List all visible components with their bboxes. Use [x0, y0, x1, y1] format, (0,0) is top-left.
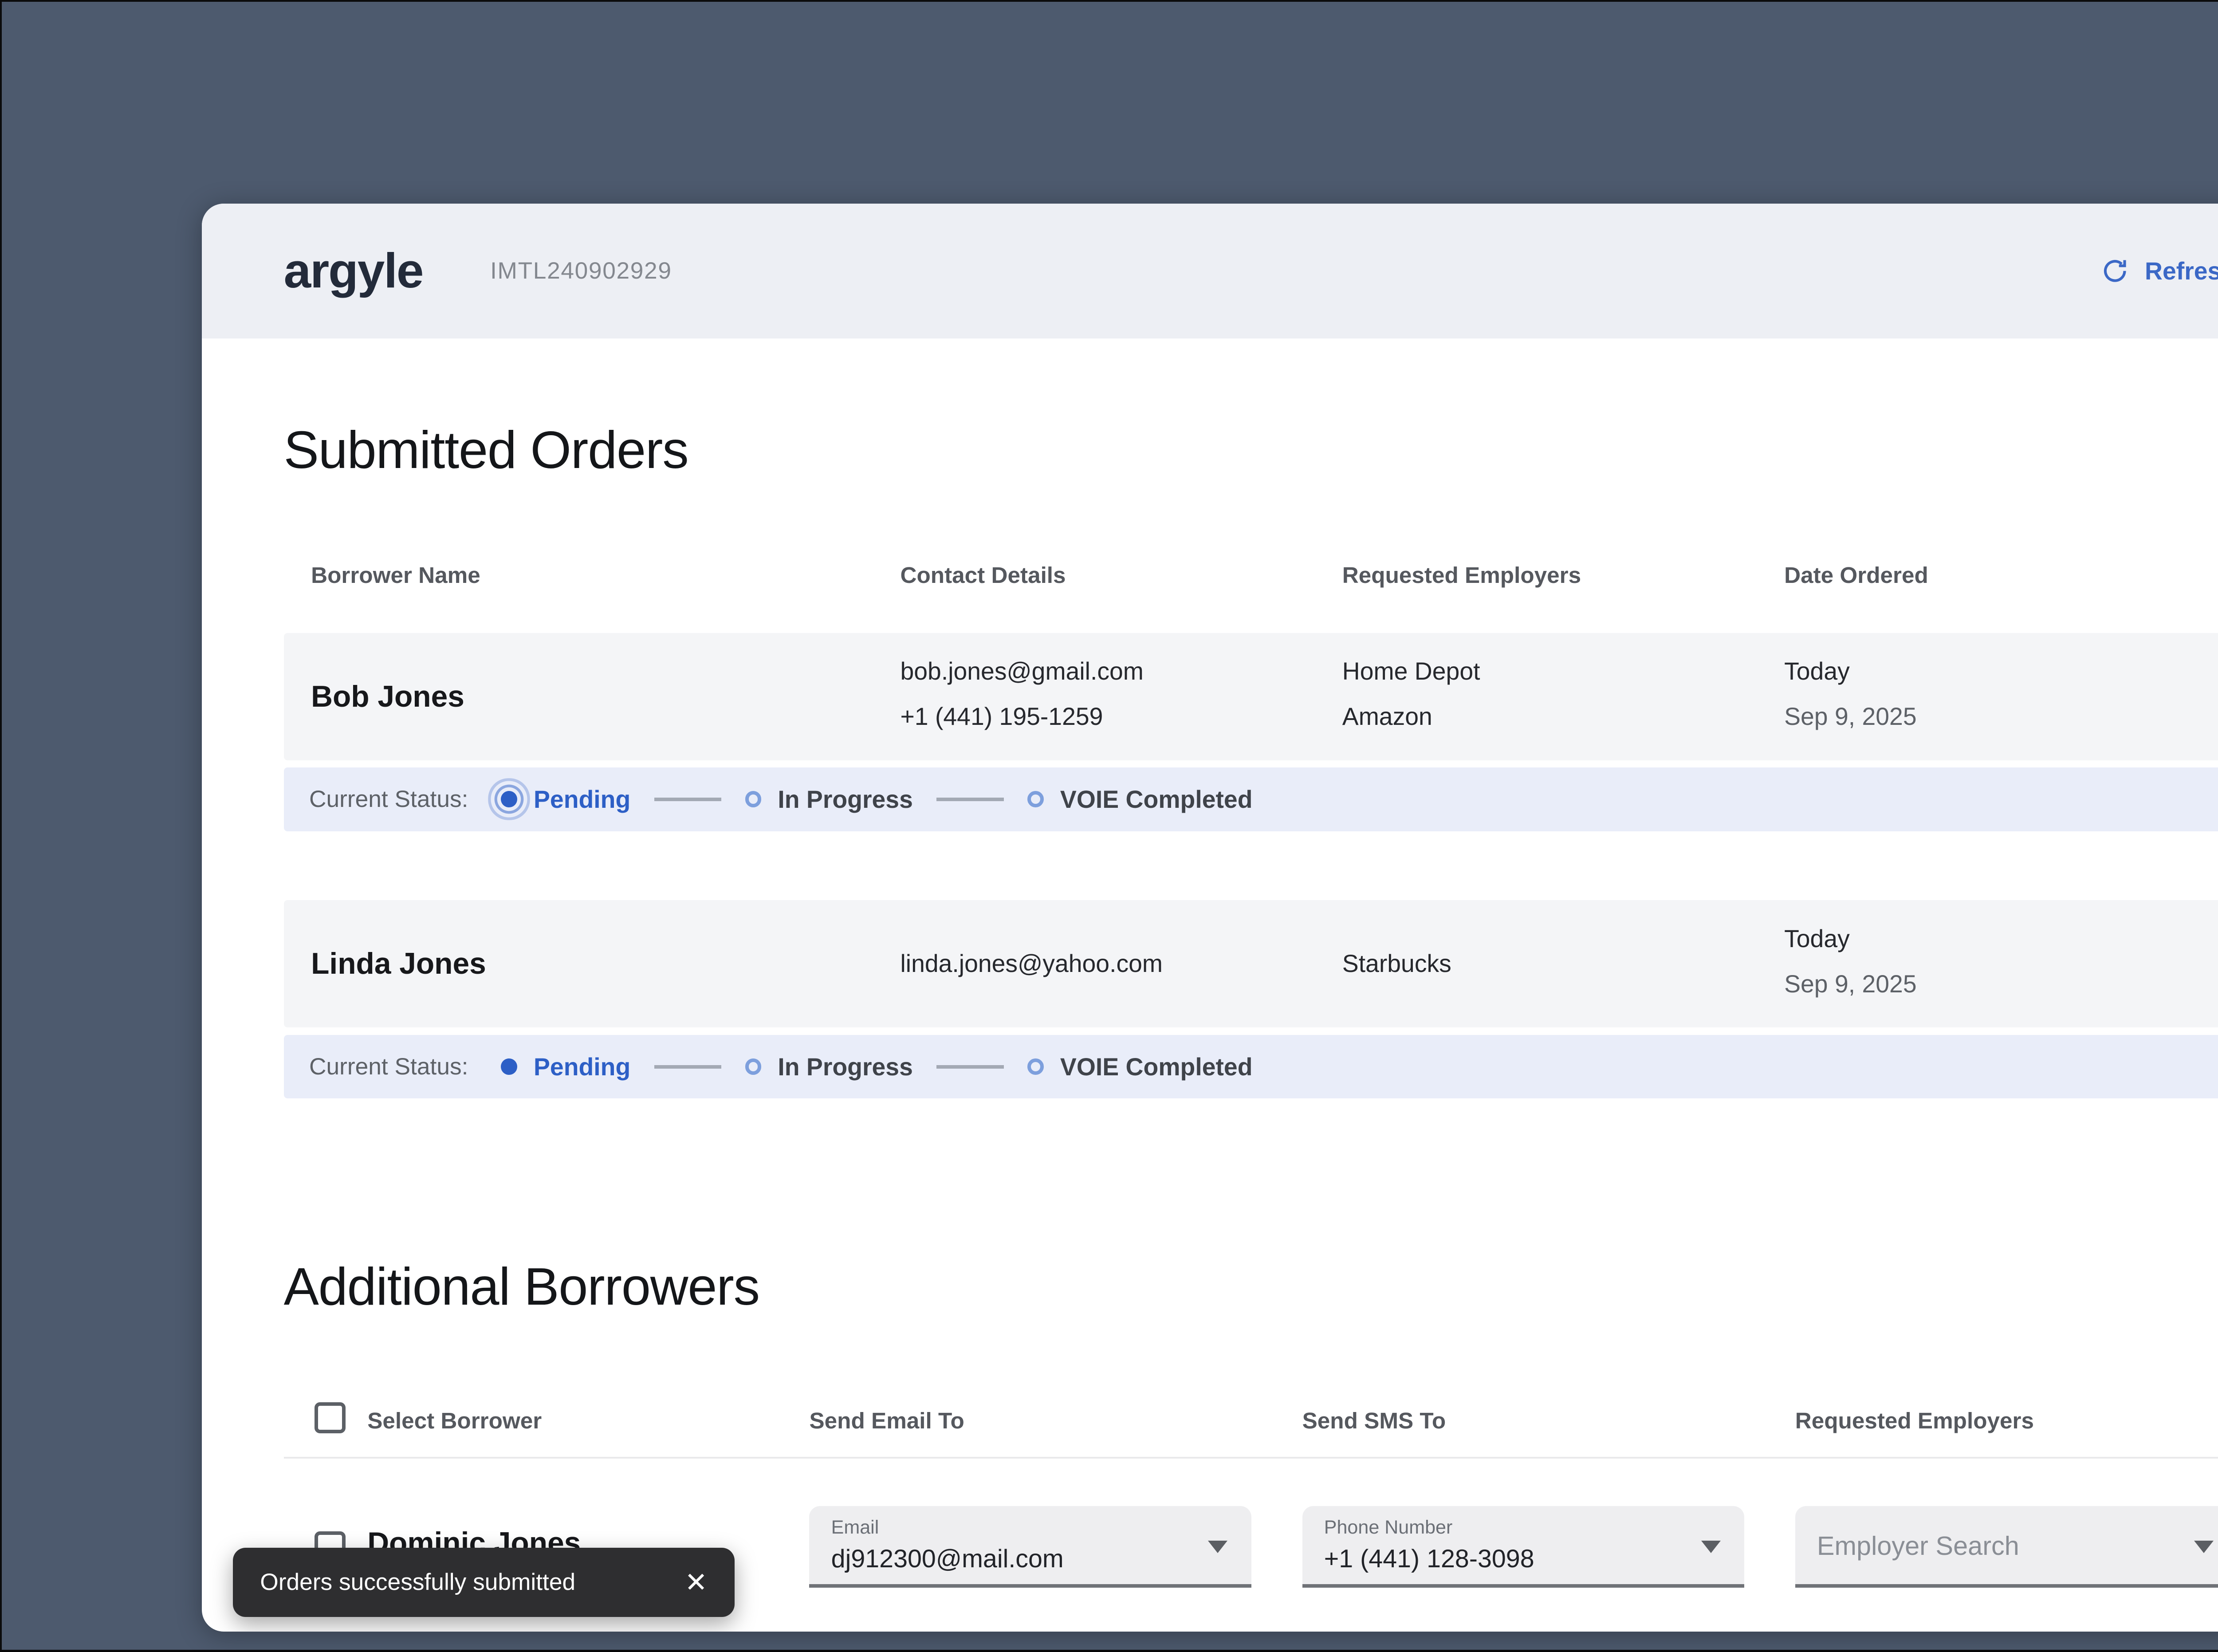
table-row-linda-jones: Linda Jones linda.jones@yahoo.com Starbu…: [283, 900, 2218, 1028]
toast-message: Orders successfully submitted: [260, 1569, 576, 1596]
date-ordered-absolute: Sep 9, 2025: [1784, 703, 1917, 731]
status-step-voie-completed: VOIE Completed: [1060, 1053, 1253, 1081]
table-divider: [283, 1457, 2218, 1459]
column-date-ordered: Date Ordered: [1784, 562, 1928, 588]
app-header: argyle IMTL240902929 Refresh Page Notifi…: [202, 204, 2218, 338]
in-progress-status-circle-icon: [745, 791, 762, 808]
column-requested-employers: Requested Employers: [1342, 562, 1581, 588]
date-ordered-relative: Today: [1784, 657, 1850, 685]
employer-name: Amazon: [1342, 703, 1432, 731]
borrower-email: bob.jones@gmail.com: [900, 657, 1144, 685]
chevron-down-icon: [1701, 1540, 1721, 1553]
phone-select[interactable]: Phone Number +1 (441) 128-3098: [1302, 1506, 1744, 1588]
phone-field-value: +1 (441) 128-3098: [1324, 1544, 1534, 1573]
refresh-icon: [2101, 257, 2129, 285]
chevron-down-icon: [2194, 1540, 2214, 1553]
borrower-name: Bob Jones: [311, 680, 464, 713]
submitted-orders-table-header: Borrower Name Contact Details Requested …: [284, 562, 2218, 591]
date-ordered-relative: Today: [1784, 924, 1850, 952]
additional-borrowers-table-header: Select Borrower Send Email To Send SMS T…: [284, 1402, 2218, 1437]
status-step-in-progress: In Progress: [778, 785, 913, 813]
employer-name: Starbucks: [1342, 950, 1451, 978]
status-connector: [936, 1065, 1004, 1069]
select-all-checkbox[interactable]: [315, 1402, 346, 1433]
screenshot-stage: argyle IMTL240902929 Refresh Page Notifi…: [0, 0, 2218, 1652]
column-send-email-to: Send Email To: [809, 1408, 964, 1434]
desktop-background: argyle IMTL240902929 Refresh Page Notifi…: [2, 2, 2218, 1650]
employer-search-input[interactable]: Employer Search: [1795, 1506, 2218, 1588]
voie-completed-status-circle-icon: [1027, 1058, 1044, 1075]
argyle-order-window: argyle IMTL240902929 Refresh Page Notifi…: [202, 204, 2218, 1632]
email-field-value: dj912300@mail.com: [831, 1544, 1064, 1573]
phone-field-label: Phone Number: [1324, 1517, 1453, 1538]
employer-name: Home Depot: [1342, 657, 1480, 685]
status-step-in-progress: In Progress: [778, 1053, 913, 1081]
pending-status-dot-icon: [501, 791, 518, 808]
page-title: Submitted Orders: [283, 421, 689, 480]
borrower-email: linda.jones@yahoo.com: [900, 950, 1163, 978]
status-row-linda-jones: Current Status: Pending In Progress VOIE…: [283, 1034, 2218, 1099]
table-row-bob-jones: Bob Jones bob.jones@gmail.com +1 (441) 1…: [283, 633, 2218, 760]
column-requested-employers: Requested Employers: [1795, 1408, 2034, 1434]
refresh-page-button[interactable]: Refresh Page: [2054, 204, 2218, 338]
order-id: IMTL240902929: [490, 258, 672, 284]
column-send-sms-to: Send SMS To: [1302, 1408, 1446, 1434]
status-step-pending: Pending: [534, 1053, 631, 1081]
status-row-bob-jones: Current Status: Pending In Progress VOIE…: [283, 767, 2218, 831]
pending-status-dot-icon: [501, 1058, 518, 1075]
section-title: Additional Borrowers: [283, 1257, 760, 1317]
status-step-pending: Pending: [534, 785, 631, 813]
column-select-borrower: Select Borrower: [367, 1408, 542, 1434]
header-spacer: [672, 204, 2054, 338]
in-progress-status-circle-icon: [745, 1058, 762, 1075]
status-connector: [936, 797, 1004, 802]
current-status-label: Current Status:: [309, 786, 468, 813]
status-step-voie-completed: VOIE Completed: [1060, 785, 1253, 813]
refresh-page-label: Refresh Page: [2145, 257, 2218, 285]
submitted-orders-head: Submitted Orders New Order: [284, 417, 2218, 484]
toast-notification: Orders successfully submitted ✕: [232, 1548, 735, 1617]
status-connector: [654, 797, 722, 802]
voie-completed-status-circle-icon: [1027, 791, 1044, 808]
toast-close-icon[interactable]: ✕: [684, 1566, 708, 1598]
current-status-label: Current Status:: [309, 1054, 468, 1080]
column-borrower-name: Borrower Name: [311, 562, 480, 588]
date-ordered-absolute: Sep 9, 2025: [1784, 970, 1917, 998]
borrower-phone: +1 (441) 195-1259: [900, 703, 1103, 731]
argyle-logo: argyle: [283, 244, 424, 299]
status-connector: [654, 1065, 722, 1069]
additional-borrowers-head: Additional Borrowers Submit Order: [284, 1253, 2218, 1321]
email-select[interactable]: Email dj912300@mail.com: [809, 1506, 1251, 1588]
employer-search-placeholder: Employer Search: [1817, 1530, 2019, 1561]
email-field-label: Email: [831, 1517, 879, 1538]
chevron-down-icon: [1208, 1540, 1228, 1553]
borrower-name: Linda Jones: [311, 947, 486, 981]
column-contact-details: Contact Details: [900, 562, 1066, 588]
